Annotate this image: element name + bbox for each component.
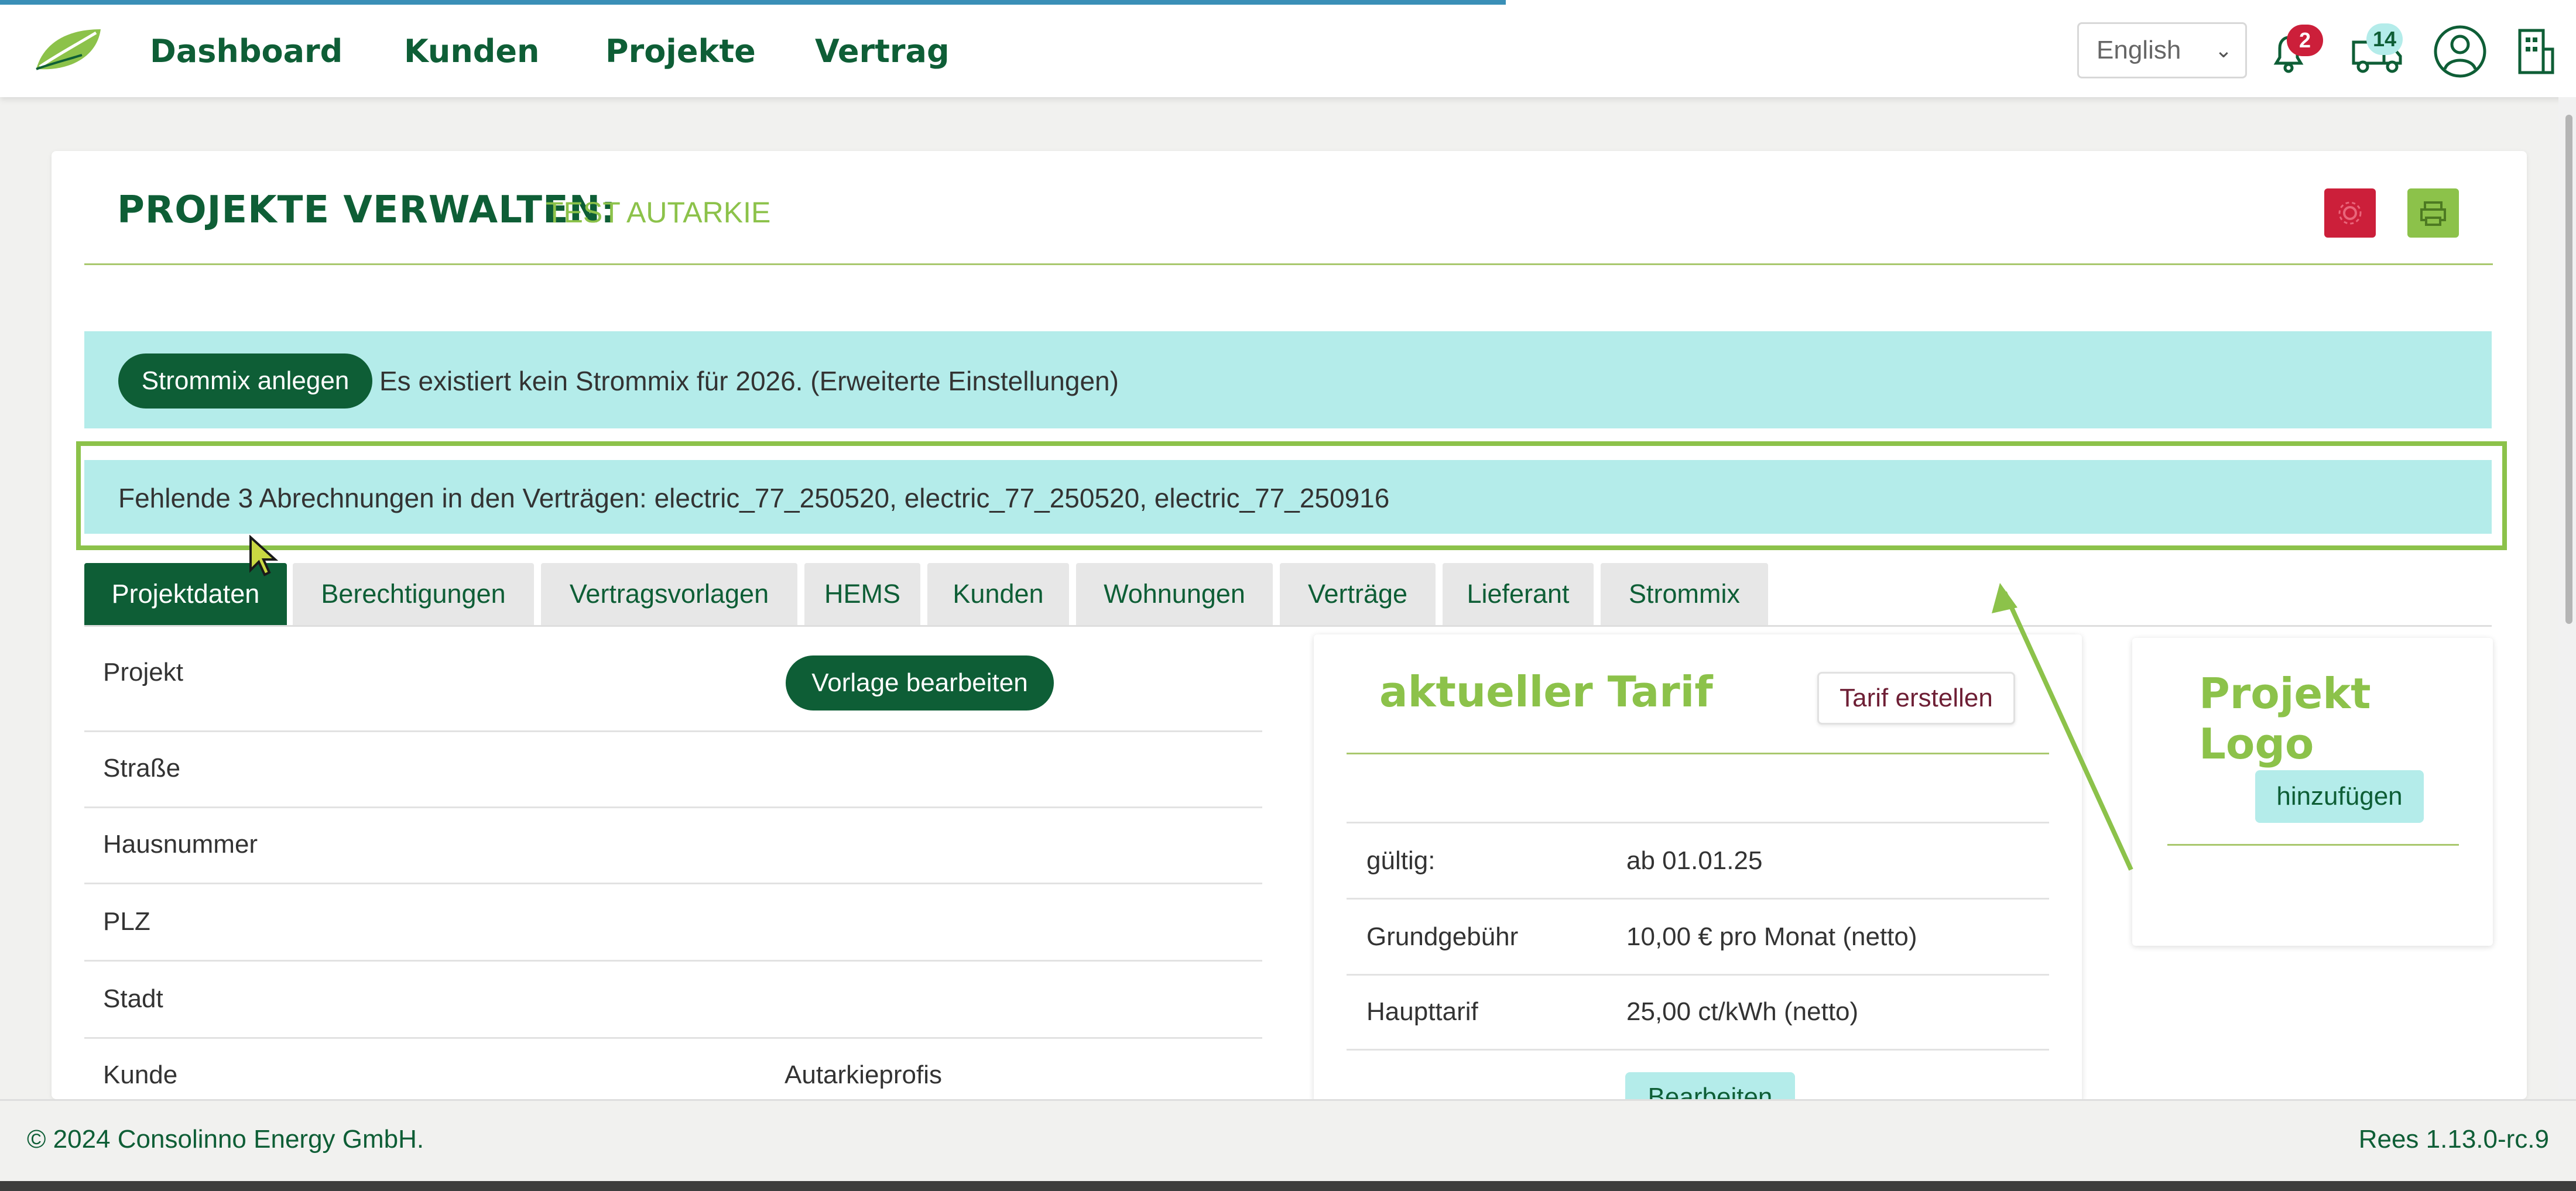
strommix-alert-text: Es existiert kein Strommix für 2026. (Er… <box>379 366 1119 396</box>
row-divider <box>84 730 1262 732</box>
create-strommix-button[interactable]: Strommix anlegen <box>118 353 372 409</box>
tariff-value-base-fee: 10,00 € pro Monat (netto) <box>1626 922 1917 951</box>
top-navigation-bar: Dashboard Kunden Projekte Vertrag Englis… <box>0 0 2576 97</box>
loading-progress-bar <box>0 0 1506 5</box>
tariff-label-base-fee: Grundgebühr <box>1366 922 1519 951</box>
tariff-row-divider <box>1347 822 2049 823</box>
page-scrollbar-thumb[interactable] <box>2565 115 2572 624</box>
create-tariff-button[interactable]: Tarif erstellen <box>1817 672 2015 725</box>
nav-vertrag[interactable]: Vertrag <box>815 28 950 75</box>
leaf-logo-icon[interactable] <box>32 26 104 74</box>
tariff-row-divider <box>1347 898 2049 900</box>
nav-dashboard[interactable]: Dashboard <box>150 28 342 75</box>
tariff-value-valid: ab 01.01.25 <box>1626 846 1763 875</box>
tab-strommix[interactable]: Strommix <box>1601 563 1768 625</box>
row-label-kunde: Kunde <box>103 1060 178 1089</box>
print-button[interactable] <box>2407 188 2459 238</box>
notifications-badge: 2 <box>2287 25 2323 56</box>
nav-projekte[interactable]: Projekte <box>605 28 756 75</box>
mouse-cursor-icon <box>249 535 279 576</box>
tariff-label-valid: gültig: <box>1366 846 1436 875</box>
edit-template-button[interactable]: Vorlage bearbeiten <box>786 655 1054 711</box>
project-logo-title: Projekt Logo <box>2199 669 2371 768</box>
tab-berechtigungen[interactable]: Berechtigungen <box>293 563 534 625</box>
user-icon[interactable] <box>2432 23 2488 80</box>
tab-wohnungen[interactable]: Wohnungen <box>1076 563 1273 625</box>
add-logo-button[interactable]: hinzufügen <box>2255 770 2424 823</box>
tab-kunden[interactable]: Kunden <box>927 563 1069 625</box>
tariff-title-divider <box>1347 753 2049 754</box>
row-divider <box>84 883 1262 884</box>
page-title: PROJEKTE VERWALTEN: <box>117 188 616 232</box>
tariff-value-main: 25,00 ct/kWh (netto) <box>1626 997 1859 1026</box>
messages-badge: 14 <box>2366 23 2403 55</box>
tab-vertragsvorlagen[interactable]: Vertragsvorlagen <box>541 563 797 625</box>
language-select[interactable]: English ⌄ <box>2077 22 2247 78</box>
tab-lieferant[interactable]: Lieferant <box>1443 563 1594 625</box>
page-subtitle: TEST AUTARKIE <box>546 196 771 229</box>
row-value-kunde: Autarkieprofis <box>785 1060 943 1089</box>
tariff-row-divider <box>1347 974 2049 976</box>
bottom-strip <box>0 1181 2576 1191</box>
row-label-plz: PLZ <box>103 907 150 936</box>
chevron-down-icon: ⌄ <box>2214 38 2232 62</box>
tariff-label-main: Haupttarif <box>1366 997 1478 1026</box>
print-icon <box>2420 201 2446 226</box>
row-label-hausnummer: Hausnummer <box>103 830 258 859</box>
footer-version: Rees 1.13.0-rc.9 <box>2358 1125 2549 1154</box>
tab-vertraege[interactable]: Verträge <box>1280 563 1436 625</box>
tariff-row-divider <box>1347 1049 2049 1051</box>
row-label-stadt: Stadt <box>103 984 163 1013</box>
tab-divider <box>84 625 2492 627</box>
tab-hems[interactable]: HEMS <box>804 563 920 625</box>
annotation-highlight-box <box>76 441 2507 550</box>
title-divider <box>84 263 2493 265</box>
tariff-title: aktueller Tarif <box>1379 667 1713 716</box>
row-divider <box>84 806 1262 808</box>
row-divider <box>84 960 1262 962</box>
row-label-strasse: Straße <box>103 754 181 782</box>
building-icon[interactable] <box>2515 26 2556 77</box>
strommix-alert: Strommix anlegen Es existiert kein Strom… <box>84 331 2492 428</box>
footer-copyright: © 2024 Consolinno Energy GmbH. <box>27 1125 424 1154</box>
row-label-projekt: Projekt <box>103 658 183 687</box>
language-value: English <box>2097 36 2181 64</box>
settings-button[interactable] <box>2324 188 2376 238</box>
logo-panel-divider <box>2167 844 2459 846</box>
settings-icon <box>2338 201 2362 225</box>
row-divider <box>84 1037 1262 1039</box>
nav-kunden[interactable]: Kunden <box>404 28 540 75</box>
